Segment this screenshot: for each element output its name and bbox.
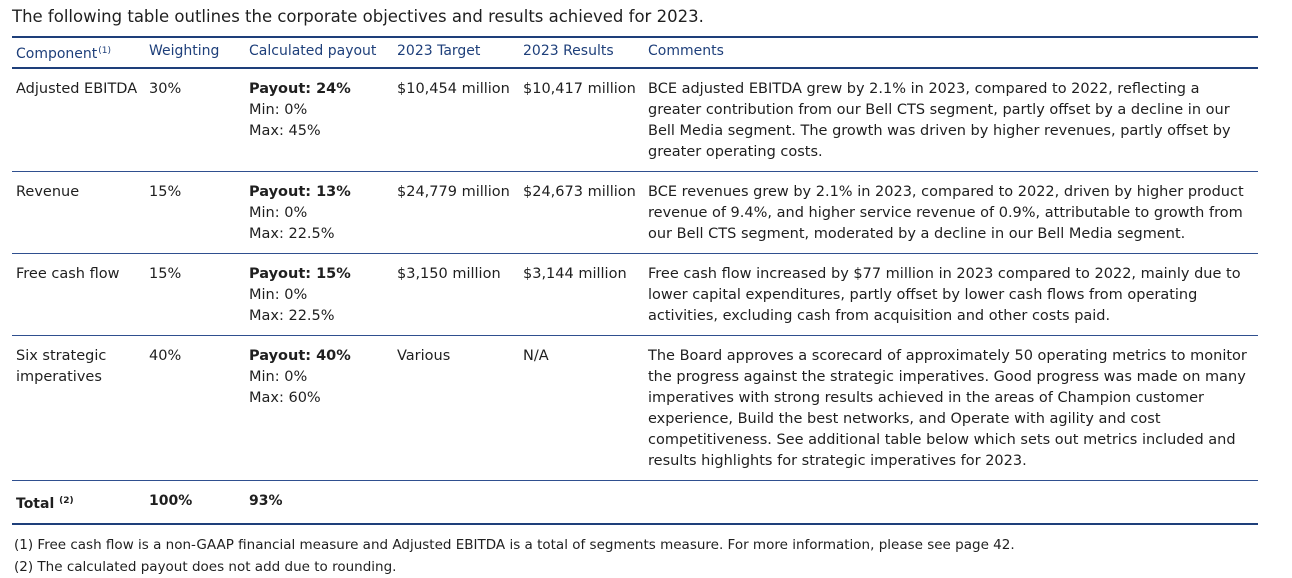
results-cell: $10,417 million (523, 81, 636, 97)
results-cell: $3,144 million (523, 266, 627, 282)
footnote-1: (1) Free cash flow is a non-GAAP financi… (14, 537, 1015, 553)
payout-cell: Payout: 13% Min: 0% Max: 22.5% (249, 172, 397, 254)
payout-value: Payout: 15% (249, 266, 351, 282)
footnotes: (1) Free cash flow is a non-GAAP financi… (12, 534, 1258, 578)
payout-value: Payout: 40% (249, 348, 351, 364)
results-cell: N/A (523, 348, 549, 364)
total-row: Total (2) 100% 93% (12, 481, 1258, 525)
target-cell: $24,779 million (397, 184, 510, 200)
table-row: Revenue 15% Payout: 13% Min: 0% Max: 22.… (12, 171, 1258, 254)
header-payout: Calculated payout (249, 43, 377, 59)
comments-cell: BCE revenues grew by 2.1% in 2023, compa… (648, 184, 1244, 242)
total-target-cell (397, 481, 523, 525)
weighting-cell: 15% (149, 184, 182, 200)
payout-max: Max: 22.5% (249, 308, 335, 324)
weighting-cell: 15% (149, 266, 182, 282)
table-row: Adjusted EBITDA 30% Payout: 24% Min: 0% … (12, 68, 1258, 172)
comments-cell: The Board approves a scorecard of approx… (648, 348, 1247, 469)
payout-max: Max: 22.5% (249, 226, 335, 242)
results-cell: $24,673 million (523, 184, 636, 200)
payout-value: Payout: 13% (249, 184, 351, 200)
total-label-cell: Total (2) (16, 496, 74, 512)
total-weighting-cell: 100% (149, 493, 193, 509)
payout-min: Min: 0% (249, 102, 308, 118)
payout-cell: Payout: 15% Min: 0% Max: 22.5% (249, 254, 397, 336)
table-row: Free cash flow 15% Payout: 15% Min: 0% M… (12, 253, 1258, 336)
total-footnote: (2) (59, 496, 74, 506)
header-comments: Comments (648, 43, 724, 59)
header-weighting: Weighting (149, 43, 220, 59)
header-component-footnote: (1) (98, 46, 112, 56)
intro-text: The following table outlines the corpora… (12, 7, 704, 26)
objectives-table: Component(1) Weighting Calculated payout… (12, 36, 1258, 525)
header-component: Component(1) (16, 46, 112, 62)
component-cell: Free cash flow (16, 266, 120, 282)
document-body: The following table outlines the corpora… (12, 6, 1258, 578)
total-comments-cell (648, 481, 1258, 525)
total-payout-cell: 93% (249, 493, 283, 509)
table-header: Component(1) Weighting Calculated payout… (12, 37, 1258, 68)
target-cell: Various (397, 348, 451, 364)
total-results-cell (523, 481, 648, 525)
payout-min: Min: 0% (249, 205, 308, 221)
payout-min: Min: 0% (249, 369, 308, 385)
target-cell: $10,454 million (397, 81, 510, 97)
payout-max: Max: 60% (249, 390, 321, 406)
payout-min: Min: 0% (249, 287, 308, 303)
header-target: 2023 Target (397, 43, 481, 59)
header-results: 2023 Results (523, 43, 614, 59)
payout-max: Max: 45% (249, 123, 321, 139)
payout-value: Payout: 24% (249, 81, 351, 97)
payout-cell: Payout: 24% Min: 0% Max: 45% (249, 68, 397, 172)
comments-cell: Free cash flow increased by $77 million … (648, 266, 1241, 324)
target-cell: $3,150 million (397, 266, 501, 282)
payout-cell: Payout: 40% Min: 0% Max: 60% (249, 336, 397, 481)
comments-cell: BCE adjusted EBITDA grew by 2.1% in 2023… (648, 81, 1231, 160)
component-cell: Revenue (16, 184, 80, 200)
component-cell: Six strategic imperatives (16, 348, 107, 385)
weighting-cell: 40% (149, 348, 182, 364)
footnote-2: (2) The calculated payout does not add d… (14, 559, 397, 575)
component-cell: Adjusted EBITDA (16, 81, 138, 97)
weighting-cell: 30% (149, 81, 182, 97)
table-row: Six strategic imperatives 40% Payout: 40… (12, 335, 1258, 481)
